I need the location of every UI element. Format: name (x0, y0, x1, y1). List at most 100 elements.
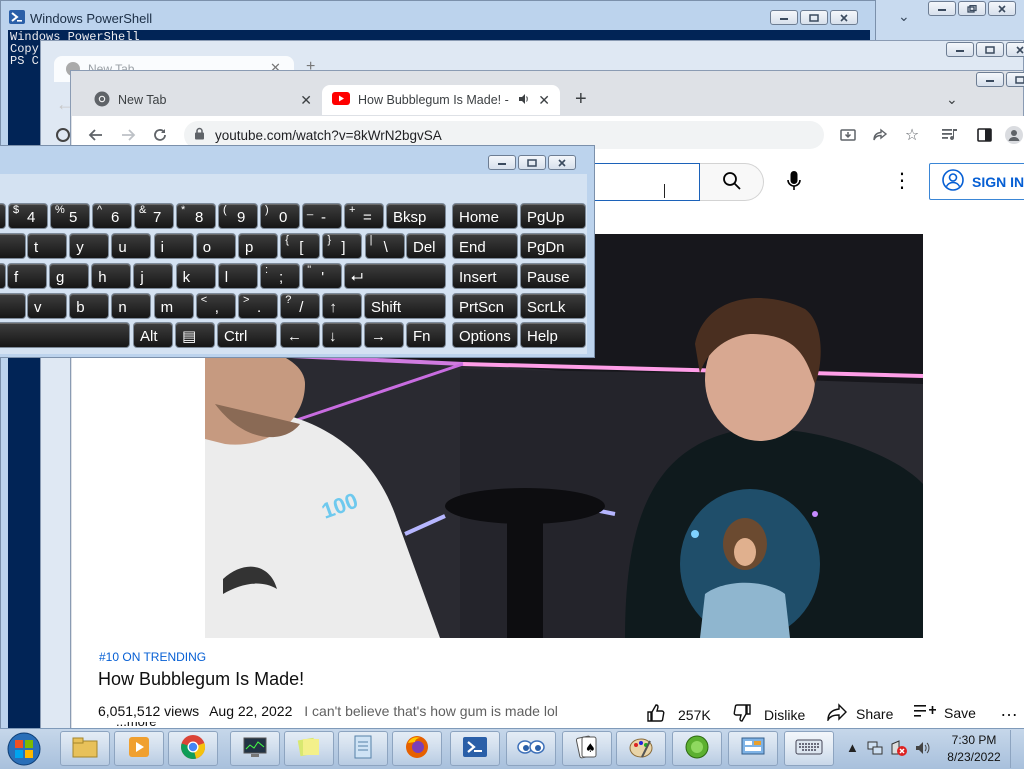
key[interactable]: Fn (406, 322, 446, 348)
taskbar-explorer[interactable] (60, 731, 110, 766)
key[interactable]: i (153, 233, 194, 259)
system-clock[interactable]: 7:30 PM 8/23/2022 (944, 732, 1004, 766)
key[interactable]: (9 (218, 203, 258, 229)
profile-icon[interactable] (1004, 125, 1024, 145)
dislike-button[interactable]: Dislike (732, 703, 805, 726)
share-icon[interactable] (870, 125, 890, 145)
action-center-icon[interactable] (890, 740, 908, 759)
bookmark-star-icon[interactable]: ☆ (902, 125, 922, 145)
taskbar-firefox[interactable] (392, 731, 442, 766)
forward-arrow-icon[interactable] (118, 125, 138, 145)
key[interactable]: & 7 (134, 203, 174, 229)
key[interactable]: End (452, 233, 518, 259)
key[interactable]: PrtScn (452, 293, 518, 319)
key[interactable]: l (217, 263, 258, 289)
close-button[interactable] (988, 1, 1016, 16)
tab-youtube[interactable]: How Bubblegum Is Made! - ✕ (322, 85, 560, 115)
share-button[interactable]: Share (826, 703, 893, 724)
key[interactable]: ↓ (322, 322, 362, 348)
taskbar-notepad[interactable] (338, 731, 388, 766)
key[interactable]: PgDn (520, 233, 586, 259)
install-icon[interactable] (838, 125, 858, 145)
taskbar-powershell[interactable] (450, 731, 500, 766)
taskbar-paint[interactable] (616, 731, 666, 766)
key[interactable]: | \ (364, 233, 405, 259)
close-icon[interactable]: ✕ (538, 92, 550, 109)
more-options-icon[interactable]: ⋮ (892, 170, 912, 194)
key[interactable]: ScrLk (520, 293, 586, 319)
tab-new-tab[interactable]: New Tab ✕ (82, 85, 322, 115)
lock-icon[interactable] (194, 127, 205, 143)
key[interactable]: Ctrl (217, 322, 277, 348)
key[interactable]: m (153, 293, 194, 319)
key[interactable]: p (238, 233, 278, 259)
taskbar-magnifier[interactable] (506, 731, 556, 766)
close-button[interactable] (548, 155, 576, 170)
key[interactable]: ^ 6 (92, 203, 132, 229)
key[interactable]: + = (344, 203, 384, 229)
save-button[interactable]: Save (914, 703, 976, 722)
key[interactable]: y (69, 233, 110, 259)
key[interactable]: u (111, 233, 152, 259)
key[interactable]: t (27, 233, 67, 259)
taskbar-control-panel[interactable] (728, 731, 778, 766)
key[interactable]: $4 (8, 203, 48, 229)
taskbar-sticky-notes[interactable] (284, 731, 334, 766)
trending-badge[interactable]: #10 ON TRENDING (99, 650, 206, 664)
key[interactable] (0, 322, 130, 348)
reload-icon[interactable] (150, 125, 170, 145)
key[interactable]: PgUp (520, 203, 586, 229)
like-button[interactable]: 257K (646, 703, 711, 726)
key[interactable]: h (91, 263, 132, 289)
key[interactable]: Del (406, 233, 446, 259)
media-controls-icon[interactable] (940, 125, 960, 145)
close-button[interactable] (830, 10, 858, 25)
key[interactable]: Bksp (386, 203, 446, 229)
tray-expand-icon[interactable]: ▲ (846, 740, 859, 755)
key[interactable]: o (195, 233, 236, 259)
search-input[interactable] (580, 163, 700, 201)
side-panel-icon[interactable] (974, 125, 994, 145)
key[interactable] (0, 203, 6, 229)
key[interactable]: v (27, 293, 67, 319)
key[interactable]: ? / (280, 293, 321, 319)
volume-icon[interactable] (914, 740, 932, 759)
key[interactable]: ▤ (175, 322, 215, 348)
minimize-button[interactable] (946, 42, 974, 57)
search-button[interactable] (700, 163, 764, 201)
microphone-button[interactable] (780, 168, 808, 196)
new-tab-button[interactable]: + (575, 88, 587, 111)
key[interactable]: >. (238, 293, 278, 319)
close-icon[interactable]: ✕ (300, 92, 312, 109)
start-button[interactable] (4, 730, 44, 768)
key[interactable]: Home (452, 203, 518, 229)
more-actions-icon[interactable]: … (1000, 700, 1018, 721)
key[interactable]: * 8 (176, 203, 216, 229)
taskbar-on-screen-keyboard[interactable] (784, 731, 834, 766)
key[interactable]: Shift (364, 293, 446, 319)
key[interactable]: ⮠ (344, 263, 446, 289)
key[interactable]: Options (452, 322, 518, 348)
taskbar-media-player[interactable] (114, 731, 164, 766)
key[interactable]: _ - (302, 203, 342, 229)
key[interactable]: f (7, 263, 47, 289)
key[interactable] (0, 293, 26, 319)
video-metadata[interactable]: 6,051,512 views Aug 22, 2022 I can't bel… (98, 703, 558, 719)
minimize-button[interactable] (976, 72, 1004, 87)
key[interactable]: n (111, 293, 152, 319)
key[interactable]: ← (280, 322, 320, 348)
taskbar-task-manager[interactable] (230, 731, 280, 766)
tab-search-icon[interactable]: ⌄ (946, 91, 958, 108)
key[interactable]: Alt (133, 322, 173, 348)
key[interactable]: % 5 (50, 203, 90, 229)
key[interactable]: Insert (452, 263, 518, 289)
speaker-icon[interactable] (518, 93, 530, 108)
maximize-button[interactable] (800, 10, 828, 25)
taskbar-chrome[interactable] (168, 731, 218, 766)
key[interactable]: Pause (520, 263, 586, 289)
minimize-button[interactable] (488, 155, 516, 170)
maximize-button[interactable] (1006, 72, 1024, 87)
key[interactable]: → (364, 322, 404, 348)
key[interactable]: b (69, 293, 110, 319)
maximize-button[interactable] (518, 155, 546, 170)
